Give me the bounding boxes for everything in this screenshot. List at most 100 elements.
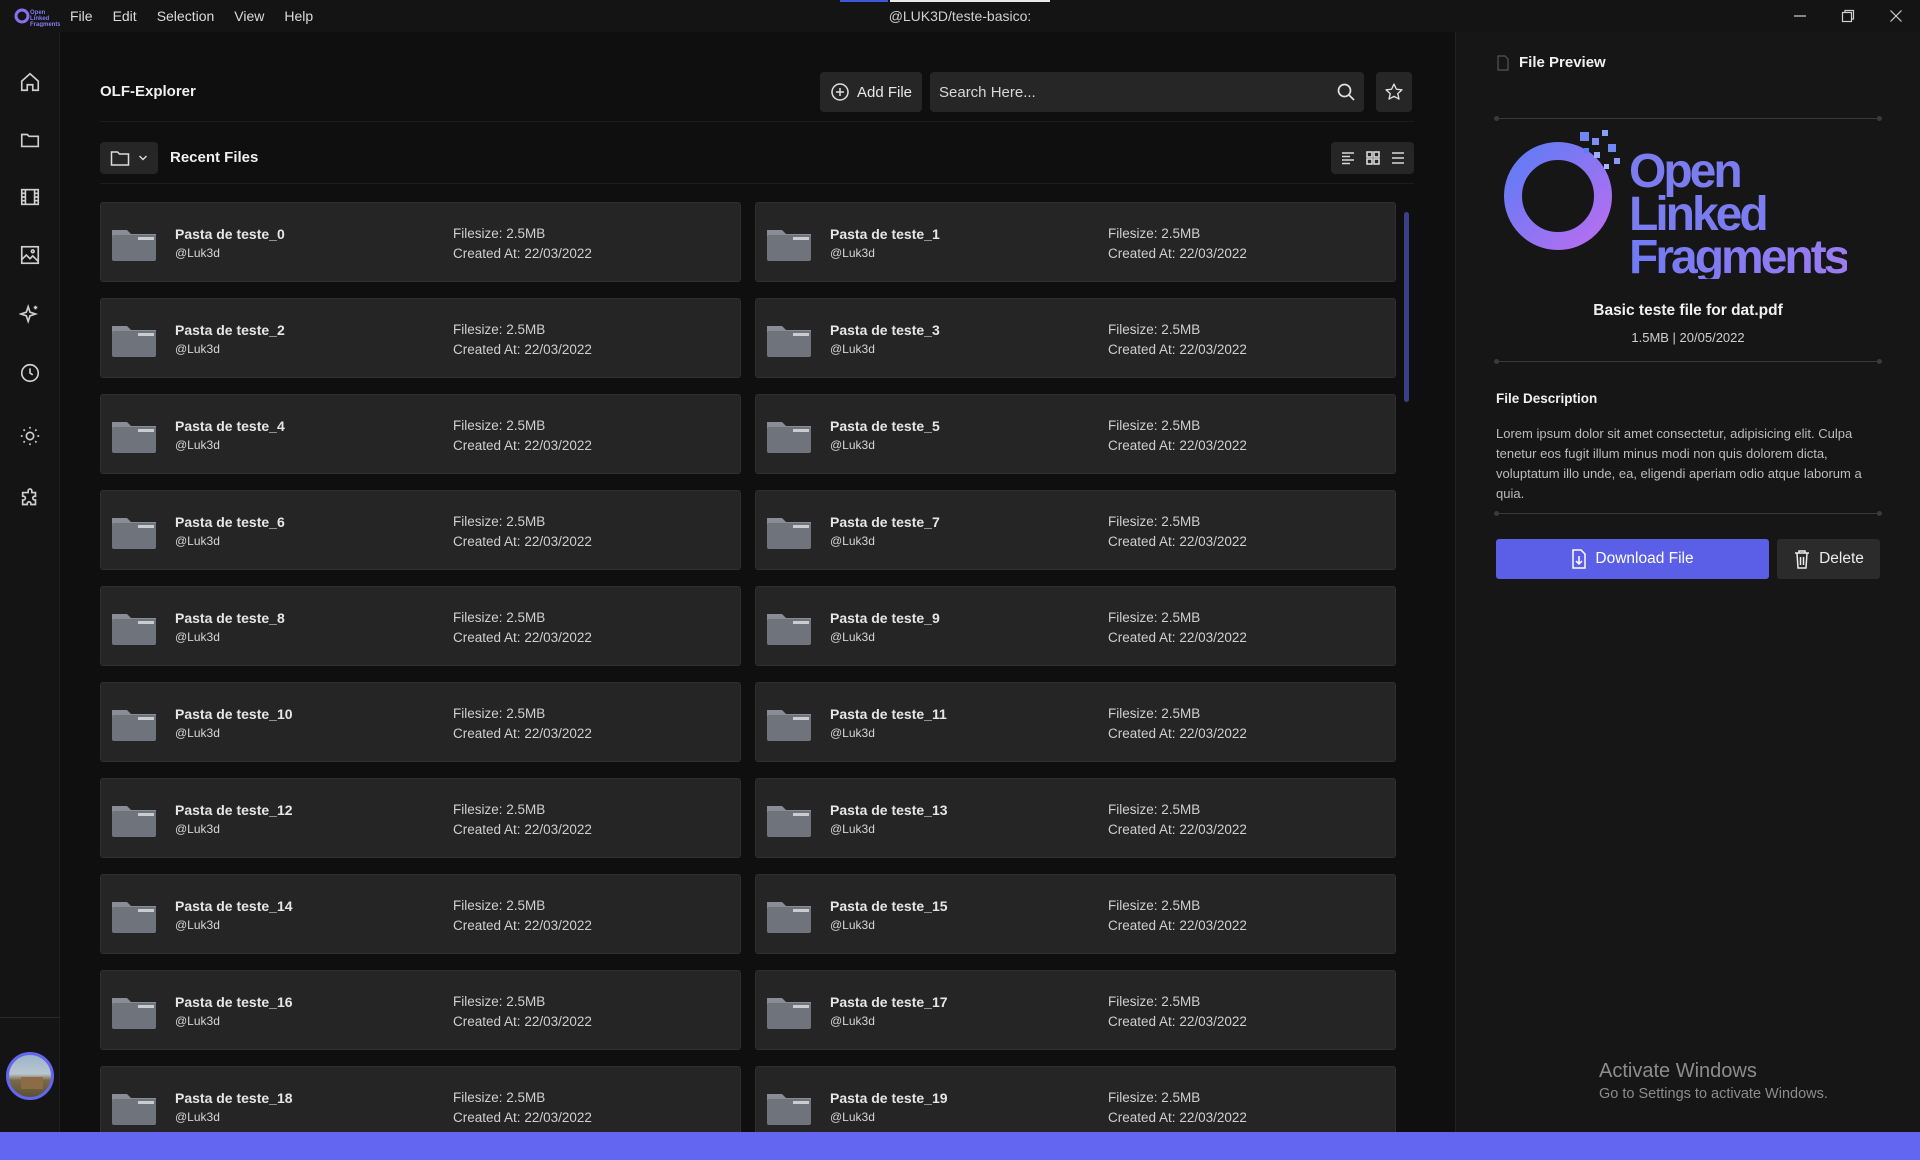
file-card[interactable]: Pasta de teste_17 @Luk3d Filesize: 2.5MB C… <box>755 970 1396 1050</box>
scrollbar[interactable] <box>1404 212 1409 402</box>
created-label: Created At: <box>1108 630 1176 645</box>
filesize-label: Filesize: <box>453 706 503 721</box>
folder-icon <box>765 321 813 359</box>
maximize-button[interactable] <box>1824 0 1872 32</box>
file-meta: Filesize: 2.5MB Created At: 22/03/2022 <box>453 1088 592 1128</box>
filesize-label: Filesize: <box>1108 898 1158 913</box>
file-card[interactable]: Pasta de teste_7 @Luk3d Filesize: 2.5MB Cr… <box>755 490 1396 570</box>
folder-dropdown[interactable] <box>100 142 158 174</box>
sidebar-item-home[interactable] <box>0 57 60 107</box>
filesize-value: 2.5MB <box>1161 898 1201 913</box>
file-card[interactable]: Pasta de teste_12 @Luk3d Filesize: 2.5MB C… <box>100 778 741 858</box>
preview-file-meta: 1.5MB | 20/05/2022 <box>1631 330 1745 345</box>
file-meta: Filesize: 2.5MB Created At: 22/03/2022 <box>453 320 592 360</box>
folder-icon <box>20 133 40 148</box>
file-card[interactable]: Pasta de teste_10 @Luk3d Filesize: 2.5MB C… <box>100 682 741 762</box>
file-card[interactable]: Pasta de teste_14 @Luk3d Filesize: 2.5MB C… <box>100 874 741 954</box>
file-card[interactable]: Pasta de teste_15 @Luk3d Filesize: 2.5MB C… <box>755 874 1396 954</box>
filesize-label: Filesize: <box>1108 610 1158 625</box>
file-card[interactable]: Pasta de teste_1 @Luk3d Filesize: 2.5MB Cr… <box>755 202 1396 282</box>
film-icon <box>20 188 40 206</box>
file-name: Pasta de teste_4 <box>175 418 285 434</box>
file-card[interactable]: Pasta de teste_4 @Luk3d Filesize: 2.5MB Cr… <box>100 394 741 474</box>
grid-view-icon[interactable] <box>1365 150 1381 166</box>
preview-header: File Preview <box>1496 54 1606 71</box>
file-card[interactable]: Pasta de teste_19 @Luk3d Filesize: 2.5MB C… <box>755 1066 1396 1132</box>
file-icon <box>1497 54 1509 71</box>
file-card[interactable]: Pasta de teste_5 @Luk3d Filesize: 2.5MB Cr… <box>755 394 1396 474</box>
file-owner: @Luk3d <box>830 342 875 356</box>
folder-icon <box>765 897 813 935</box>
watermark-line1: Activate Windows <box>1599 1060 1757 1082</box>
created-value: 22/03/2022 <box>1179 822 1247 837</box>
add-file-button[interactable]: Add File <box>820 72 922 112</box>
status-bar <box>0 1132 1920 1160</box>
file-card[interactable]: Pasta de teste_3 @Luk3d Filesize: 2.5MB Cr… <box>755 298 1396 378</box>
sidebar-item-images[interactable] <box>0 230 60 280</box>
folder-icon <box>110 801 158 839</box>
search-input[interactable] <box>930 83 1328 101</box>
avatar[interactable] <box>6 1052 54 1100</box>
menu-view[interactable]: View <box>224 0 274 32</box>
file-card[interactable]: Pasta de teste_8 @Luk3d Filesize: 2.5MB Cr… <box>100 586 741 666</box>
created-label: Created At: <box>453 438 521 453</box>
favorites-button[interactable] <box>1376 72 1412 112</box>
close-button[interactable] <box>1872 0 1920 32</box>
download-file-button[interactable]: Download File <box>1496 539 1769 579</box>
filesize-label: Filesize: <box>453 898 503 913</box>
list-view-icon[interactable] <box>1340 150 1356 166</box>
filesize-label: Filesize: <box>453 418 503 433</box>
file-name: Pasta de teste_3 <box>830 322 940 338</box>
menu-file[interactable]: File <box>60 0 103 32</box>
menu-help[interactable]: Help <box>274 0 323 32</box>
folder-icon <box>110 225 158 263</box>
file-card[interactable]: Pasta de teste_0 @Luk3d Filesize: 2.5MB Cr… <box>100 202 741 282</box>
folder-icon <box>110 993 158 1031</box>
filesize-value: 2.5MB <box>506 418 546 433</box>
minimize-button[interactable] <box>1776 0 1824 32</box>
filesize-value: 2.5MB <box>506 226 546 241</box>
filesize-label: Filesize: <box>1108 1090 1158 1105</box>
preview-divider <box>1494 359 1882 364</box>
menu-edit[interactable]: Edit <box>103 0 147 32</box>
created-label: Created At: <box>1108 342 1176 357</box>
file-owner: @Luk3d <box>175 1110 220 1124</box>
file-card[interactable]: Pasta de teste_2 @Luk3d Filesize: 2.5MB Cr… <box>100 298 741 378</box>
sidebar-item-videos[interactable] <box>0 172 60 222</box>
folder-icon <box>110 609 158 647</box>
filesize-value: 2.5MB <box>1161 706 1201 721</box>
file-card[interactable]: Pasta de teste_6 @Luk3d Filesize: 2.5MB Cr… <box>100 490 741 570</box>
sidebar-divider <box>0 1017 60 1018</box>
folder-icon <box>765 993 813 1031</box>
details-view-icon[interactable] <box>1390 150 1406 166</box>
download-label: Download File <box>1595 550 1694 567</box>
file-owner: @Luk3d <box>175 822 220 836</box>
file-card[interactable]: Pasta de teste_13 @Luk3d Filesize: 2.5MB C… <box>755 778 1396 858</box>
file-meta: Filesize: 2.5MB Created At: 22/03/2022 <box>453 608 592 648</box>
folder-icon <box>765 609 813 647</box>
menu-selection[interactable]: Selection <box>147 0 225 32</box>
file-card[interactable]: Pasta de teste_9 @Luk3d Filesize: 2.5MB Cr… <box>755 586 1396 666</box>
created-value: 22/03/2022 <box>1179 918 1247 933</box>
file-owner: @Luk3d <box>175 438 220 452</box>
delete-button[interactable]: Delete <box>1777 539 1880 579</box>
file-meta: Filesize: 2.5MB Created At: 22/03/2022 <box>1108 416 1247 456</box>
sidebar-item-plugins[interactable] <box>0 474 60 524</box>
file-card[interactable]: Pasta de teste_18 @Luk3d Filesize: 2.5MB C… <box>100 1066 741 1132</box>
file-owner: @Luk3d <box>830 1014 875 1028</box>
created-label: Created At: <box>1108 918 1176 933</box>
app-logo[interactable]: Open Linked Fragments <box>0 0 60 32</box>
sidebar-item-folders[interactable] <box>0 115 60 165</box>
file-meta: Filesize: 2.5MB Created At: 22/03/2022 <box>1108 1088 1247 1128</box>
sidebar-item-recent[interactable] <box>0 348 60 398</box>
created-value: 22/03/2022 <box>1179 342 1247 357</box>
sidebar-item-effects[interactable] <box>0 289 60 339</box>
filesize-value: 2.5MB <box>506 994 546 1009</box>
file-card[interactable]: Pasta de teste_11 @Luk3d Filesize: 2.5MB C… <box>755 682 1396 762</box>
file-owner: @Luk3d <box>830 822 875 836</box>
search-icon[interactable] <box>1328 72 1364 112</box>
filesize-value: 2.5MB <box>1161 1090 1201 1105</box>
file-owner: @Luk3d <box>830 630 875 644</box>
file-card[interactable]: Pasta de teste_16 @Luk3d Filesize: 2.5MB C… <box>100 970 741 1050</box>
sidebar-item-theme[interactable] <box>0 411 60 461</box>
